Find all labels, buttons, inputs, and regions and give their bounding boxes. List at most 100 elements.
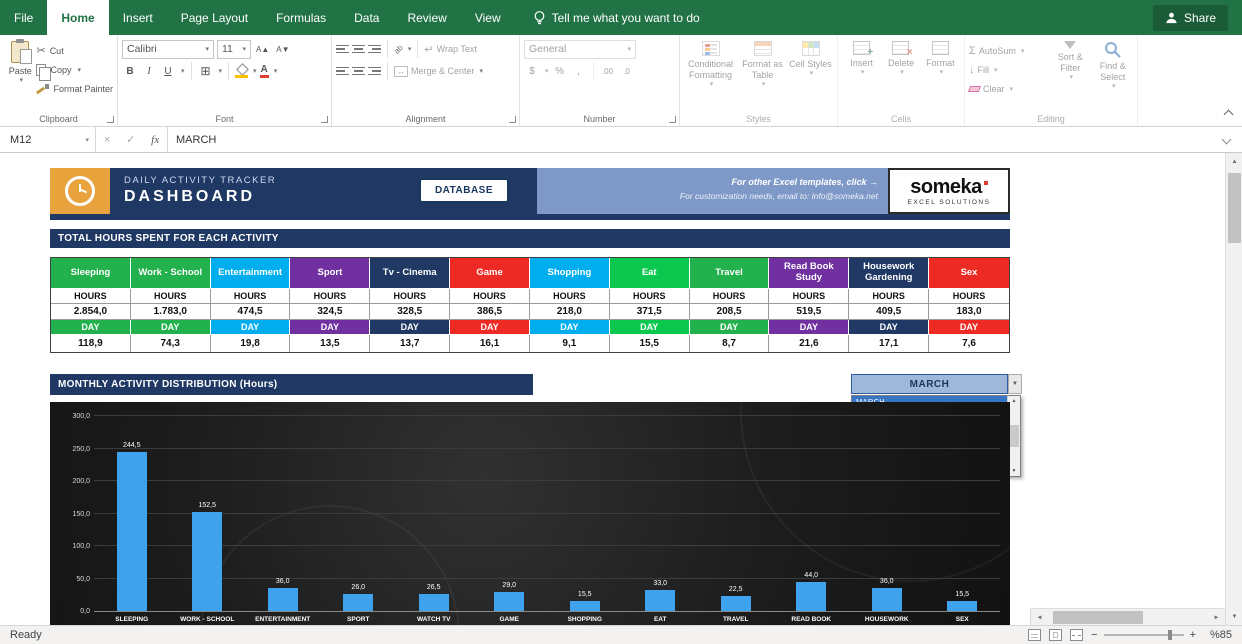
day-label-cell[interactable]: DAY	[769, 320, 849, 335]
copy-button[interactable]: Copy▾	[36, 61, 113, 78]
italic-button[interactable]: I	[141, 62, 157, 80]
expand-formula-bar-icon[interactable]	[1222, 135, 1232, 145]
day-value-cell[interactable]: 16,1	[450, 335, 530, 352]
increase-decimal-icon[interactable]: .00	[600, 62, 616, 80]
merge-center-button[interactable]: Merge & Center	[411, 66, 475, 76]
hours-value-cell[interactable]: 474,5	[211, 304, 291, 320]
hours-value-cell[interactable]: 519,5	[769, 304, 849, 320]
cell-styles-button[interactable]: Cell Styles ▾	[789, 38, 833, 110]
activity-header-cell[interactable]: Tv - Cinema	[370, 258, 450, 289]
caret-down-icon[interactable]: ▾	[219, 67, 223, 75]
caret-down-icon[interactable]: ▾	[181, 67, 185, 75]
tab-home[interactable]: Home	[47, 0, 108, 35]
day-label-cell[interactable]: DAY	[211, 320, 291, 335]
scroll-down-icon[interactable]: ▼	[1012, 466, 1017, 476]
hours-label-cell[interactable]: HOURS	[51, 289, 131, 304]
merge-center-icon[interactable]: ↔	[394, 66, 408, 77]
number-dialog-launcher[interactable]	[669, 116, 676, 123]
tell-me-box[interactable]: Tell me what you want to do	[533, 0, 700, 35]
activity-header-cell[interactable]: Travel	[690, 258, 770, 289]
hours-value-cell[interactable]: 371,5	[610, 304, 690, 320]
shrink-font-icon[interactable]: A▼	[274, 40, 291, 58]
vertical-scrollbar[interactable]: ▲ ▼	[1225, 153, 1242, 625]
activity-header-cell[interactable]: Read Book Study	[769, 258, 849, 289]
align-center-icon[interactable]	[352, 65, 365, 78]
activity-header-cell[interactable]: Work - School	[131, 258, 211, 289]
hours-value-cell[interactable]: 208,5	[690, 304, 770, 320]
database-button[interactable]: DATABASE	[419, 178, 509, 203]
align-left-icon[interactable]	[336, 65, 349, 78]
chart-bar[interactable]	[872, 588, 902, 611]
activity-header-cell[interactable]: Sleeping	[51, 258, 131, 289]
chart-bar[interactable]	[494, 592, 524, 611]
share-button[interactable]: Share	[1153, 5, 1228, 31]
tab-page-layout[interactable]: Page Layout	[167, 0, 262, 35]
enter-icon[interactable]: ✓	[126, 133, 135, 146]
day-label-cell[interactable]: DAY	[530, 320, 610, 335]
chart-bar[interactable]	[796, 582, 826, 611]
autosum-button[interactable]: ΣAutoSum▾	[969, 42, 1048, 59]
chart-bar[interactable]	[117, 452, 147, 611]
tab-view[interactable]: View	[461, 0, 515, 35]
borders-button[interactable]: ⊞	[198, 62, 214, 80]
grow-font-icon[interactable]: A▲	[254, 40, 271, 58]
day-label-cell[interactable]: DAY	[131, 320, 211, 335]
dropdown-scroll-thumb[interactable]	[1010, 425, 1019, 447]
day-value-cell[interactable]: 15,5	[610, 335, 690, 352]
day-label-cell[interactable]: DAY	[690, 320, 770, 335]
fill-button[interactable]: ↓Fill▾	[969, 61, 1048, 78]
day-value-cell[interactable]: 9,1	[530, 335, 610, 352]
align-right-icon[interactable]	[368, 65, 381, 78]
day-value-cell[interactable]: 8,7	[690, 335, 770, 352]
activity-bar-chart[interactable]: 0,050,0100,0150,0200,0250,0300,0244,5SLE…	[50, 402, 1010, 625]
insert-cells-button[interactable]: Insert ▾	[842, 38, 881, 110]
day-value-cell[interactable]: 19,8	[211, 335, 291, 352]
hours-label-cell[interactable]: HOURS	[290, 289, 370, 304]
day-label-cell[interactable]: DAY	[450, 320, 530, 335]
activity-header-cell[interactable]: Eat	[610, 258, 690, 289]
font-dialog-launcher[interactable]	[321, 116, 328, 123]
day-value-cell[interactable]: 17,1	[849, 335, 929, 352]
caret-down-icon[interactable]: ▾	[408, 45, 412, 53]
chart-bar[interactable]	[721, 596, 751, 611]
zoom-in-button[interactable]: +	[1190, 629, 1196, 641]
hours-label-cell[interactable]: HOURS	[131, 289, 211, 304]
delete-cells-button[interactable]: Delete ▾	[881, 38, 920, 110]
hours-label-cell[interactable]: HOURS	[849, 289, 929, 304]
hours-label-cell[interactable]: HOURS	[530, 289, 610, 304]
formula-input[interactable]: MARCH	[168, 127, 1211, 152]
collapse-ribbon-icon[interactable]	[1224, 110, 1234, 120]
day-value-cell[interactable]: 13,5	[290, 335, 370, 352]
normal-view-button[interactable]	[1028, 629, 1041, 641]
hours-label-cell[interactable]: HOURS	[610, 289, 690, 304]
caret-down-icon[interactable]: ▾	[545, 67, 549, 75]
alignment-dialog-launcher[interactable]	[509, 116, 516, 123]
hours-label-cell[interactable]: HOURS	[769, 289, 849, 304]
scroll-down-icon[interactable]: ▼	[1226, 608, 1242, 625]
align-middle-icon[interactable]	[352, 43, 365, 56]
clipboard-dialog-launcher[interactable]	[107, 116, 114, 123]
hours-value-cell[interactable]: 183,0	[929, 304, 1009, 320]
hours-value-cell[interactable]: 409,5	[849, 304, 929, 320]
promo-line-1[interactable]: For other Excel templates, click →	[537, 176, 878, 190]
chart-bar[interactable]	[645, 590, 675, 611]
tab-formulas[interactable]: Formulas	[262, 0, 340, 35]
underline-button[interactable]: U	[160, 62, 176, 80]
align-top-icon[interactable]	[336, 43, 349, 56]
caret-down-icon[interactable]: ▾	[274, 67, 278, 75]
accounting-format-icon[interactable]: $	[524, 62, 540, 80]
vertical-scroll-thumb[interactable]	[1228, 173, 1241, 243]
chart-bar[interactable]	[268, 588, 298, 611]
horizontal-scrollbar[interactable]: ◄ ►	[1030, 608, 1225, 625]
font-color-button[interactable]: A	[260, 64, 269, 78]
day-value-cell[interactable]: 74,3	[131, 335, 211, 352]
wrap-text-button[interactable]: Wrap Text	[437, 44, 477, 54]
sort-filter-button[interactable]: Sort & Filter ▾	[1050, 38, 1090, 110]
find-select-button[interactable]: Find & Select ▾	[1093, 38, 1133, 110]
hours-label-cell[interactable]: HOURS	[211, 289, 291, 304]
caret-down-icon[interactable]: ▾	[253, 67, 257, 75]
hours-label-cell[interactable]: HOURS	[690, 289, 770, 304]
number-format-select[interactable]: General▾	[524, 40, 636, 59]
hours-value-cell[interactable]: 1.783,0	[131, 304, 211, 320]
day-label-cell[interactable]: DAY	[370, 320, 450, 335]
